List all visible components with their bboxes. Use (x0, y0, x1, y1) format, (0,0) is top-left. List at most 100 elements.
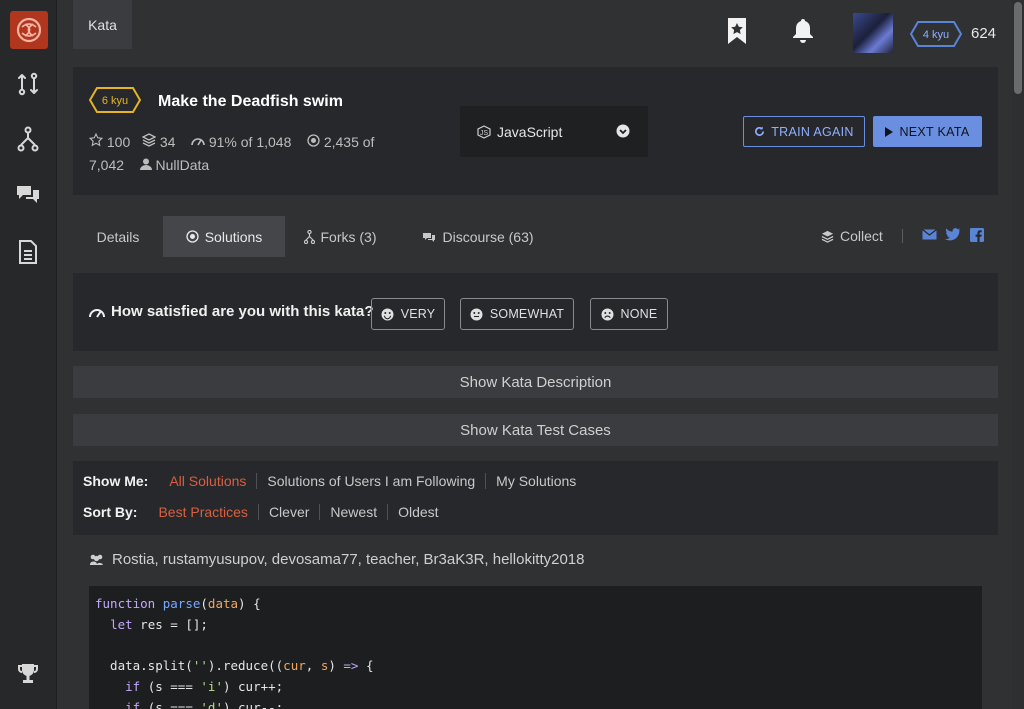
bookmark-icon[interactable] (726, 17, 748, 50)
stack-icon (821, 230, 834, 243)
discuss-icon[interactable] (14, 180, 42, 208)
show-test-cases-button[interactable]: Show Kata Test Cases (73, 414, 998, 446)
code-line: let res = []; (110, 616, 208, 632)
satisfaction-pct: 91% (208, 134, 237, 150)
left-sidebar (0, 0, 57, 709)
satisfaction-total: of 1,048 (240, 134, 292, 150)
language-select[interactable]: JS JavaScript (460, 106, 648, 157)
docs-icon[interactable] (14, 238, 42, 266)
author-name[interactable]: NullData (156, 157, 210, 173)
gauge-icon (191, 138, 205, 146)
practice-icon[interactable] (14, 70, 42, 98)
completed-stat: 2,435 of (307, 134, 375, 150)
honor-count: 624 (971, 25, 997, 42)
sort-oldest[interactable]: Oldest (387, 504, 448, 520)
star-icon (88, 132, 104, 147)
comments-icon (423, 232, 436, 242)
gauge-icon (89, 308, 105, 318)
sort-by-label: Sort By: (83, 504, 138, 520)
filter-my-solutions[interactable]: My Solutions (485, 473, 586, 489)
leaderboard-trophy-icon[interactable] (14, 660, 42, 688)
play-icon (885, 126, 894, 137)
kata-title: Make the Deadfish swim (158, 93, 343, 110)
satisfaction-question: How satisfied are you with this kata? (89, 303, 374, 320)
completed-count: 2,435 (323, 134, 359, 150)
next-kata-button[interactable]: NEXT KATA (873, 116, 982, 147)
logo-icon (16, 17, 42, 43)
vote-none-label: NONE (620, 307, 658, 321)
show-description-button[interactable]: Show Kata Description (73, 366, 998, 398)
stars-count: 100 (106, 134, 131, 150)
sort-clever[interactable]: Clever (257, 504, 319, 520)
kata-stats: 100 34 91% of 1,048 2,435 of 7,042 NullD… (88, 131, 419, 177)
nodejs-icon: JS (477, 124, 491, 139)
code-line: data.split('').reduce((cur, s) => { (95, 658, 374, 674)
vote-very-label: VERY (400, 307, 436, 321)
collections-stat: 34 (141, 133, 179, 150)
tab-label: Solutions (204, 228, 263, 245)
solutions-panel: Show Me: All Solutions Solutions of User… (73, 461, 998, 709)
tab-details[interactable]: Details (73, 216, 163, 257)
vote-somewhat-button[interactable]: SOMEWHAT (460, 298, 574, 330)
svg-text:JS: JS (480, 130, 489, 137)
tab-label: Discourse (63) (442, 228, 534, 245)
kata-header: 6 kyu Make the Deadfish swim 100 34 91% … (73, 67, 998, 195)
top-bar: Kata 4 kyu 624 (57, 0, 1012, 57)
filter-all-solutions[interactable]: All Solutions (159, 473, 256, 489)
filter-following-solutions[interactable]: Solutions of Users I am Following (256, 473, 485, 489)
target-icon (186, 230, 199, 243)
meh-icon (470, 308, 483, 320)
solution-authors-list[interactable]: Rostia, rustamyusupov, devosama77, teach… (112, 551, 584, 568)
vote-somewhat-label: SOMEWHAT (489, 307, 565, 321)
sort-by-filter: Sort By: Best Practices Clever Newest Ol… (83, 504, 449, 520)
user-icon (139, 158, 152, 170)
author-stat[interactable]: NullData (139, 157, 210, 173)
breadcrumb[interactable]: Kata (73, 0, 132, 49)
notifications-bell-icon[interactable] (791, 17, 815, 48)
chevron-down-icon (616, 124, 630, 138)
code-line: function parse(data) { (95, 596, 261, 611)
fork-icon[interactable] (14, 125, 42, 153)
collections-count: 34 (159, 134, 176, 150)
frown-icon (601, 308, 614, 320)
tab-forks[interactable]: Forks (3) (297, 216, 383, 257)
completed-of: of (362, 134, 375, 150)
page-scrollbar[interactable] (1012, 0, 1024, 709)
user-avatar[interactable] (853, 13, 893, 53)
vote-none-button[interactable]: NONE (590, 298, 668, 330)
scrollbar-thumb[interactable] (1014, 2, 1022, 94)
sort-newest[interactable]: Newest (319, 504, 387, 520)
app-root: Kata 4 kyu 624 6 kyu Make the Deadfish s… (0, 0, 1024, 709)
tab-label: Details (96, 228, 140, 245)
codewars-logo[interactable] (10, 11, 48, 49)
satisfaction-stat: 91% of 1,048 (191, 134, 295, 150)
show-me-label: Show Me: (83, 473, 149, 489)
refresh-icon (755, 126, 765, 136)
user-rank-badge: 4 kyu (910, 21, 962, 47)
stars-stat: 100 (88, 132, 134, 150)
collect-button[interactable]: Collect (821, 228, 883, 244)
code-line: if (s === 'd') cur--; (125, 699, 284, 709)
tab-label: Forks (3) (320, 228, 377, 245)
solution-authors: Rostia, rustamyusupov, devosama77, teach… (89, 551, 584, 568)
facebook-icon[interactable] (970, 228, 984, 242)
satisfaction-question-text: How satisfied are you with this kata? (111, 303, 374, 320)
train-again-button[interactable]: TRAIN AGAIN (743, 116, 865, 147)
train-again-label: TRAIN AGAIN (771, 124, 854, 139)
fork-icon (303, 229, 315, 244)
target-icon (307, 134, 320, 147)
language-label: JavaScript (497, 123, 563, 140)
smile-icon (381, 308, 394, 320)
tab-discourse[interactable]: Discourse (63) (413, 216, 543, 257)
user-rank-text: 4 kyu (923, 29, 949, 41)
vote-very-button[interactable]: VERY (371, 298, 445, 330)
tab-solutions[interactable]: Solutions (163, 216, 285, 257)
email-icon[interactable] (922, 229, 937, 240)
twitter-icon[interactable] (945, 228, 960, 241)
solutions-filter-bar: Show Me: All Solutions Solutions of User… (73, 461, 998, 535)
users-icon (89, 554, 103, 565)
kata-rank-badge: 6 kyu (89, 87, 141, 113)
sort-best-practices[interactable]: Best Practices (148, 504, 257, 520)
collect-label: Collect (840, 228, 883, 244)
